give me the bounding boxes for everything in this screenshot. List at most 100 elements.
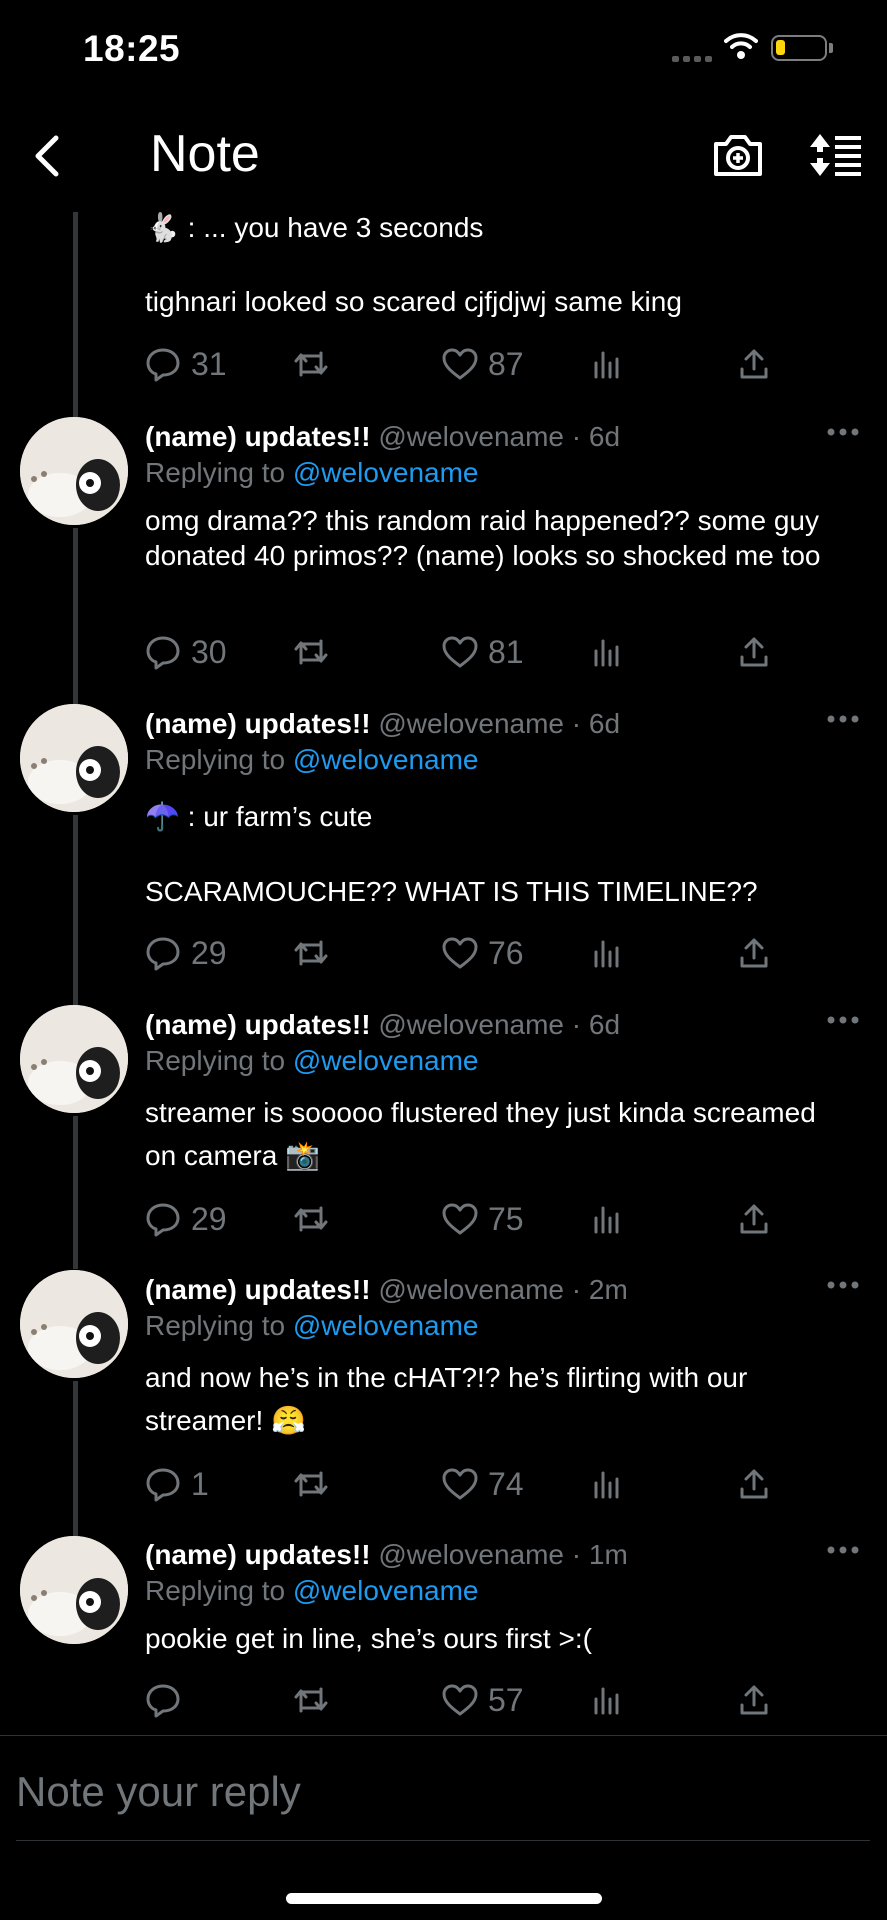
mention-link[interactable]: @welovename	[293, 1310, 479, 1341]
camera-icon[interactable]	[710, 130, 766, 180]
retweet-icon	[294, 639, 328, 665]
views-button[interactable]	[592, 1197, 622, 1241]
share-icon	[740, 349, 768, 379]
tweet-author-line: (name) updates!! @welovename · 6d	[145, 419, 620, 455]
avatar[interactable]	[20, 1005, 128, 1113]
views-button[interactable]	[592, 342, 622, 386]
more-options-icon[interactable]	[826, 711, 860, 727]
tweet-text-line: 🐇 : ... you have 3 seconds	[145, 212, 484, 243]
back-button[interactable]	[24, 128, 74, 184]
retweet-button[interactable]	[293, 630, 329, 674]
reply-count: 31	[191, 345, 227, 382]
author-handle: @welovename · 6d	[378, 421, 621, 452]
penguin-avatar-image	[20, 1005, 128, 1113]
heart-icon	[442, 1684, 478, 1716]
mention-link[interactable]: @welovename	[293, 1575, 479, 1606]
home-indicator[interactable]	[286, 1893, 602, 1904]
retweet-icon	[294, 1206, 328, 1232]
reply-button[interactable]: 1	[145, 1462, 209, 1506]
author-name[interactable]: (name) updates!!	[145, 1274, 371, 1305]
views-button[interactable]	[592, 1462, 622, 1506]
reply-button[interactable]: 30	[145, 630, 227, 674]
like-button[interactable]: 81	[442, 630, 524, 674]
analytics-icon	[594, 940, 619, 968]
like-button[interactable]: 57	[442, 1678, 524, 1722]
views-button[interactable]	[592, 931, 622, 975]
reply-count: 1	[191, 1465, 209, 1502]
heart-icon	[442, 1203, 478, 1235]
like-button[interactable]: 87	[442, 342, 524, 386]
mention-link[interactable]: @welovename	[293, 1045, 479, 1076]
page-title: Note	[150, 125, 260, 183]
tweet-author-line: (name) updates!! @welovename · 2m	[145, 1272, 628, 1308]
avatar[interactable]	[20, 417, 128, 525]
share-icon	[740, 1685, 768, 1715]
views-button[interactable]	[592, 630, 622, 674]
avatar[interactable]	[20, 704, 128, 812]
mention-link[interactable]: @welovename	[293, 457, 479, 488]
like-count: 81	[488, 633, 524, 670]
more-options-icon[interactable]	[826, 1277, 860, 1293]
replying-to: Replying to @welovename	[145, 457, 479, 488]
analytics-icon	[594, 1206, 619, 1234]
share-button[interactable]	[739, 342, 769, 386]
tweet-actions: 31 87	[145, 342, 785, 386]
sort-replies-icon[interactable]	[808, 130, 864, 180]
screen: 18:25 Note 🐇 : ... you have 3 seconds ti…	[0, 0, 887, 1920]
share-icon	[740, 938, 768, 968]
wifi-icon	[724, 33, 758, 59]
like-count: 87	[488, 345, 524, 382]
like-button[interactable]: 75	[442, 1197, 524, 1241]
share-button[interactable]	[739, 630, 769, 674]
retweet-button[interactable]	[293, 1197, 329, 1241]
author-handle: @welovename · 6d	[378, 1009, 621, 1040]
reply-button[interactable]: 31	[145, 342, 227, 386]
tweet-actions: 29 75	[145, 1197, 785, 1241]
heart-icon	[442, 636, 478, 668]
reply-input-underline	[16, 1840, 870, 1841]
views-button[interactable]	[592, 1678, 622, 1722]
heart-icon	[442, 1468, 478, 1500]
author-name[interactable]: (name) updates!!	[145, 1539, 371, 1570]
mention-link[interactable]: @welovename	[293, 744, 479, 775]
like-count: 76	[488, 934, 524, 971]
author-handle: @welovename · 1m	[378, 1539, 628, 1570]
reply-button[interactable]: 29	[145, 931, 227, 975]
penguin-avatar-image	[20, 1536, 128, 1644]
reply-icon	[146, 1684, 180, 1718]
more-options-icon[interactable]	[826, 1012, 860, 1028]
more-options-icon[interactable]	[826, 1542, 860, 1558]
author-handle: @welovename · 2m	[378, 1274, 628, 1305]
reply-button[interactable]	[145, 1678, 191, 1722]
analytics-icon	[594, 351, 619, 379]
like-button[interactable]: 74	[442, 1462, 524, 1506]
author-handle: @welovename · 6d	[378, 708, 621, 739]
tweet-text-line: tighnari looked so scared cjfjdjwj same …	[145, 286, 682, 317]
retweet-button[interactable]	[293, 1678, 329, 1722]
heart-icon	[442, 348, 478, 380]
cellular-signal-icon	[672, 56, 714, 62]
avatar[interactable]	[20, 1536, 128, 1644]
share-button[interactable]	[739, 1678, 769, 1722]
author-name[interactable]: (name) updates!!	[145, 421, 371, 452]
share-button[interactable]	[739, 1462, 769, 1506]
author-name[interactable]: (name) updates!!	[145, 1009, 371, 1040]
tweet-text: and now he’s in the cHAT?!? he’s flirtin…	[145, 1362, 748, 1436]
analytics-icon	[594, 1687, 619, 1715]
analytics-icon	[594, 1471, 619, 1499]
tweet-author-line: (name) updates!! @welovename · 6d	[145, 706, 620, 742]
retweet-button[interactable]	[293, 931, 329, 975]
more-options-icon[interactable]	[826, 424, 860, 440]
reply-input[interactable]	[16, 1762, 866, 1822]
replying-to: Replying to @welovename	[145, 1310, 479, 1341]
retweet-button[interactable]	[293, 1462, 329, 1506]
like-button[interactable]: 76	[442, 931, 524, 975]
author-name[interactable]: (name) updates!!	[145, 708, 371, 739]
reply-count: 29	[191, 1200, 227, 1237]
retweet-button[interactable]	[293, 342, 329, 386]
share-button[interactable]	[739, 1197, 769, 1241]
heart-icon	[442, 937, 478, 969]
avatar[interactable]	[20, 1270, 128, 1378]
reply-button[interactable]: 29	[145, 1197, 227, 1241]
share-button[interactable]	[739, 931, 769, 975]
